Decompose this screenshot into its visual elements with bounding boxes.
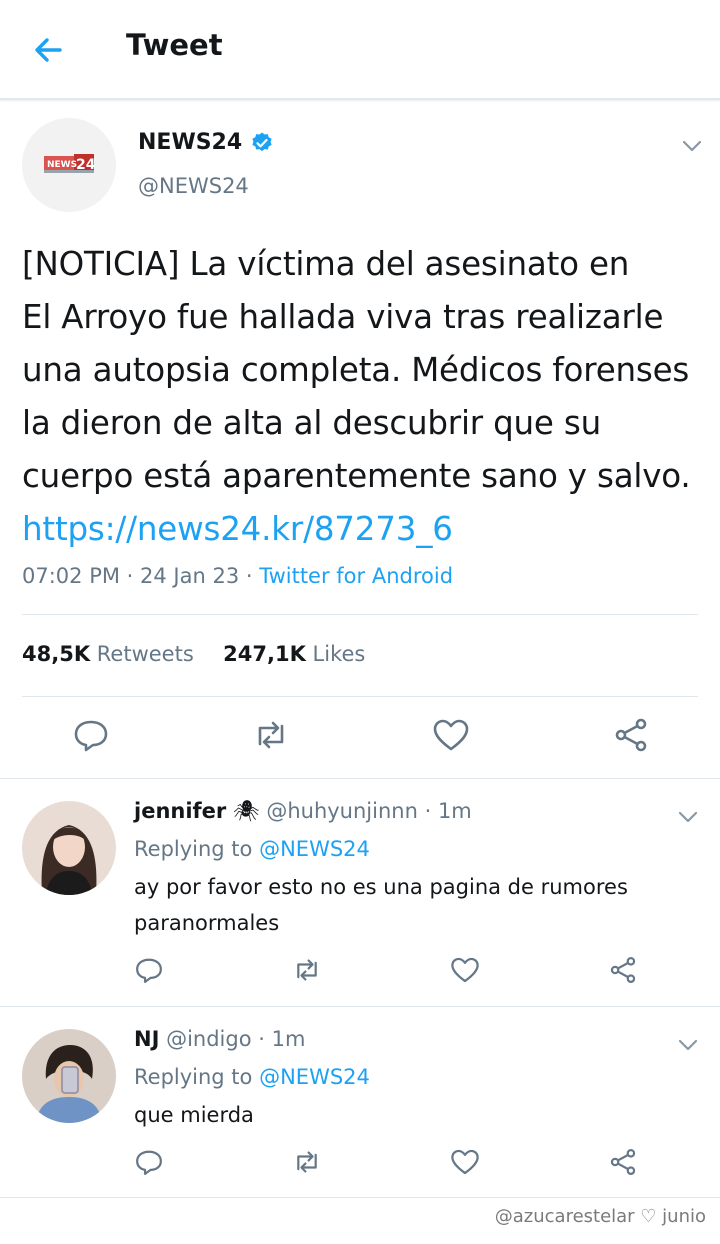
reply-text: que mierda: [134, 1103, 254, 1127]
reply-icon[interactable]: [134, 1147, 164, 1177]
reply-tweet[interactable]: NJ @indigo · 1m Replying to @NEWS24 que …: [0, 1006, 720, 1198]
author-handle[interactable]: @NEWS24: [138, 174, 249, 198]
svg-text:NEWS: NEWS: [47, 160, 77, 170]
chevron-down-icon[interactable]: [676, 1033, 700, 1057]
author-name[interactable]: NEWS24: [138, 130, 242, 155]
tweet-time: 07:02 PM: [22, 564, 120, 588]
share-icon[interactable]: [612, 716, 650, 754]
reply-time: 1m: [437, 799, 472, 823]
reply-time: 1m: [271, 1027, 306, 1051]
avatar[interactable]: [22, 801, 116, 895]
tweet-text: [NOTICIA] La víctima del asesinato en El…: [22, 245, 691, 495]
tweet-actions: [0, 716, 720, 760]
reply-author-row: jennifer 🕷 @huhyunjinnn · 1m: [134, 799, 472, 824]
tweet-client-link[interactable]: Twitter for Android: [259, 564, 453, 588]
meta-separator: ·: [119, 564, 141, 588]
retweet-icon[interactable]: [292, 955, 322, 985]
replying-to: Replying to @NEWS24: [134, 837, 370, 861]
heart-icon[interactable]: [450, 955, 480, 985]
retweets-label: Retweets: [96, 642, 194, 666]
retweets-stat[interactable]: 48,5K Retweets: [22, 642, 194, 666]
retweet-icon[interactable]: [292, 1147, 322, 1177]
reply-author-name[interactable]: jennifer: [134, 799, 226, 823]
share-icon[interactable]: [608, 955, 638, 985]
replying-to-link[interactable]: @NEWS24: [259, 1065, 370, 1089]
retweet-icon[interactable]: [252, 716, 290, 754]
page-title: Tweet: [126, 28, 223, 62]
replying-to: Replying to @NEWS24: [134, 1065, 370, 1089]
heart-icon[interactable]: [432, 716, 470, 754]
divider: [22, 696, 698, 697]
chevron-down-icon[interactable]: [676, 805, 700, 829]
reply-text: ay por favor esto no es una pagina de ru…: [134, 875, 628, 935]
avatar[interactable]: NEWS 24: [22, 118, 116, 212]
replying-prefix: Replying to: [134, 837, 253, 861]
reply-author-handle[interactable]: @indigo: [166, 1027, 252, 1051]
retweets-count: 48,5K: [22, 642, 91, 666]
news24-logo: NEWS 24: [22, 118, 116, 212]
meta-separator: ·: [251, 1027, 272, 1051]
share-icon[interactable]: [608, 1147, 638, 1177]
divider: [22, 614, 698, 615]
tweet-link[interactable]: https://news24.kr/87273_6: [22, 510, 453, 548]
replying-to-link[interactable]: @NEWS24: [259, 837, 370, 861]
verified-badge-icon: [252, 132, 272, 151]
top-bar: Tweet: [0, 0, 720, 100]
user-photo: [22, 801, 116, 895]
heart-icon[interactable]: [450, 1147, 480, 1177]
tweet-date: 24 Jan 23: [140, 564, 240, 588]
user-photo: [22, 1029, 116, 1123]
likes-label: Likes: [312, 642, 366, 666]
reply-icon[interactable]: [72, 716, 110, 754]
replying-prefix: Replying to: [134, 1065, 253, 1089]
watermark: @azucarestelar ♡ junio: [494, 1206, 706, 1227]
reply-tweet[interactable]: jennifer 🕷 @huhyunjinnn · 1m Replying to…: [0, 778, 720, 1005]
arrow-left-icon[interactable]: [30, 32, 66, 68]
author-row: NEWS24: [138, 130, 274, 155]
tweet-body: [NOTICIA] La víctima del asesinato en El…: [22, 238, 702, 556]
tweet-meta: 07:02 PM · 24 Jan 23 · Twitter for Andro…: [22, 564, 453, 588]
reply-author-name[interactable]: NJ: [134, 1027, 159, 1051]
reply-author-row: NJ @indigo · 1m: [134, 1027, 305, 1051]
likes-stat[interactable]: 247,1K Likes: [223, 642, 365, 666]
avatar[interactable]: [22, 1029, 116, 1123]
meta-separator: ·: [239, 564, 260, 588]
reply-icon[interactable]: [134, 955, 164, 985]
tweet-stats: 48,5K Retweets 247,1K Likes: [22, 642, 365, 666]
likes-count: 247,1K: [223, 642, 306, 666]
chevron-down-icon[interactable]: [680, 134, 704, 158]
spider-emoji: 🕷: [232, 799, 260, 823]
reply-author-handle[interactable]: @huhyunjinnn: [266, 799, 418, 823]
meta-separator: ·: [417, 799, 438, 823]
